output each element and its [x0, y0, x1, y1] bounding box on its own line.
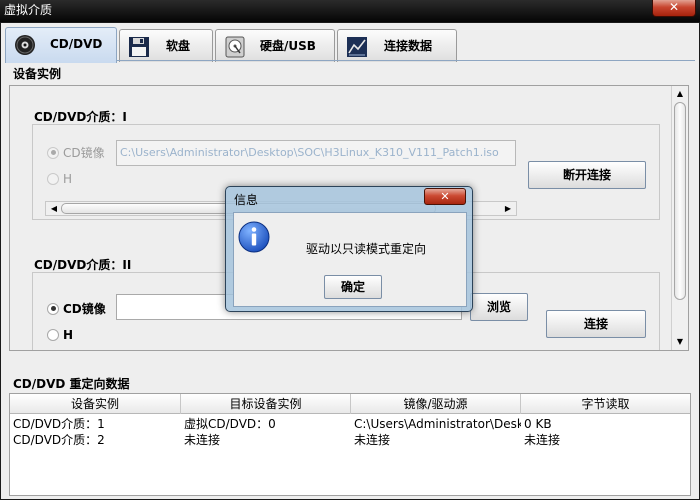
media-1-title: CD/DVD介质：I [34, 110, 127, 124]
table-cell: 0 KB [524, 417, 552, 431]
column-header[interactable]: 设备实例 [10, 394, 181, 414]
table-cell: CD/DVD介质：2 [13, 433, 105, 447]
table-cell: CD/DVD介质：1 [13, 417, 105, 431]
line-chart-icon [347, 37, 367, 57]
tab-label: 软盘 [166, 39, 191, 53]
radio-button[interactable] [47, 146, 59, 159]
tab-hard-disk-usb[interactable]: 硬盘/USB [215, 29, 335, 62]
radio-button[interactable] [47, 329, 59, 341]
column-header[interactable]: 镜像/驱动源 [351, 394, 521, 414]
dialog-close-button[interactable]: ✕ [424, 188, 466, 205]
media-1-option-host[interactable]: H [47, 172, 72, 186]
column-header[interactable]: 目标设备实例 [181, 394, 351, 414]
disc-icon [15, 35, 35, 55]
info-icon [238, 221, 270, 253]
hard-disk-icon [225, 36, 245, 58]
table-cell: 未连接 [524, 433, 561, 447]
media-1-option-image[interactable]: CD镜像 [47, 144, 105, 161]
ok-button[interactable]: 确定 [324, 275, 382, 299]
redirect-table: 设备实例 目标设备实例 镜像/驱动源 字节读取 CD/DVD介质：1 虚拟CD/… [9, 393, 691, 496]
connect-button[interactable]: 连接 [546, 310, 646, 338]
window-title: 虚拟介质 [4, 3, 53, 17]
scroll-left-icon[interactable]: ◀ [47, 202, 61, 215]
tab-label: 连接数据 [384, 39, 433, 53]
tab-label: CD/DVD [50, 37, 103, 51]
scroll-right-icon[interactable]: ▶ [501, 202, 515, 215]
browse-button[interactable]: 浏览 [470, 293, 528, 321]
radio-label: CD镜像 [63, 146, 105, 160]
table-cell: 虚拟CD/DVD：0 [184, 417, 276, 431]
table-cell: 未连接 [184, 433, 221, 447]
table-cell: 未连接 [354, 433, 391, 447]
radio-button[interactable] [47, 302, 59, 315]
dialog-title: 信息 [234, 193, 259, 207]
dialog-message: 驱动以只读模式重定向 [306, 242, 427, 256]
close-icon: ✕ [668, 0, 680, 14]
table-header: 设备实例 目标设备实例 镜像/驱动源 字节读取 [10, 394, 690, 414]
window-close-button[interactable]: ✕ [652, 0, 696, 17]
scroll-up-icon[interactable]: ▲ [674, 87, 686, 101]
column-header[interactable]: 字节读取 [521, 394, 690, 414]
tab-label: 硬盘/USB [260, 39, 316, 53]
redirect-section-title: CD/DVD 重定向数据 [13, 377, 130, 391]
radio-label: CD镜像 [63, 302, 106, 316]
table-cell: C:\Users\Administrator\Desk... [354, 417, 521, 431]
dialog-body: 驱动以只读模式重定向 确定 [233, 212, 467, 307]
close-icon: ✕ [440, 190, 450, 203]
tab-connection-data[interactable]: 连接数据 [337, 29, 457, 62]
window-titlebar[interactable]: 虚拟介质 ✕ [0, 0, 700, 22]
radio-label: H [63, 172, 73, 186]
scrollbar-thumb[interactable] [674, 102, 686, 300]
tab-floppy[interactable]: 软盘 [119, 29, 213, 62]
media-1-path-field[interactable]: C:\Users\Administrator\Desktop\SOC\H3Lin… [116, 140, 516, 166]
radio-label: H [63, 328, 74, 342]
media-2-option-image[interactable]: CD镜像 [47, 300, 106, 317]
scroll-down-icon[interactable]: ▼ [674, 335, 686, 349]
devices-panel-title: 设备实例 [13, 67, 62, 81]
info-dialog[interactable]: 信息 ✕ 驱动以只读模式重定向 确定 [225, 186, 473, 312]
disconnect-button[interactable]: 断开连接 [528, 161, 646, 189]
radio-button[interactable] [47, 173, 59, 185]
media-2-option-host[interactable]: H [47, 328, 73, 342]
media-2-title: CD/DVD介质：II [34, 258, 132, 272]
devices-vertical-scrollbar[interactable]: ▲ ▼ [671, 86, 688, 350]
floppy-icon [129, 37, 149, 57]
tab-cd-dvd[interactable]: CD/DVD [5, 27, 117, 63]
